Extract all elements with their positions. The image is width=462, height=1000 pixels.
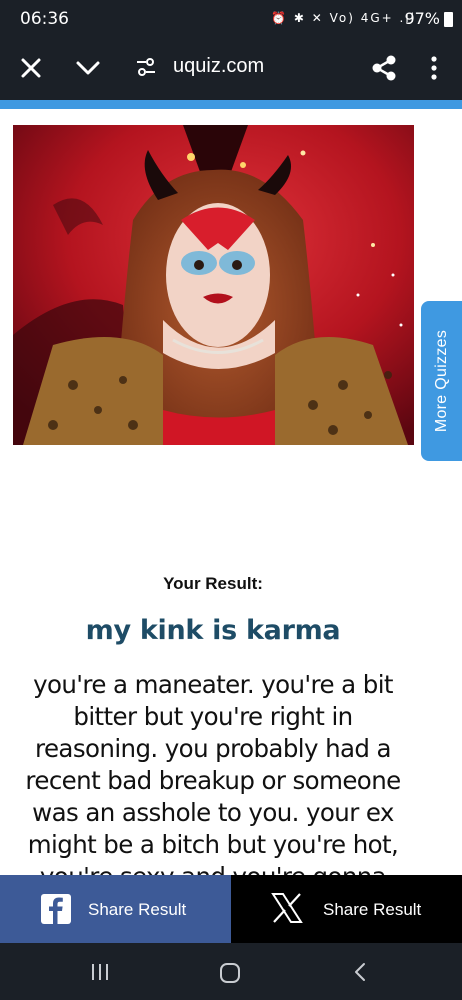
back-icon	[355, 963, 365, 981]
status-indicator-icons: ⏰ ✱ ✕ Vo) 4G+ .ıl	[271, 11, 416, 25]
site-settings-button[interactable]	[135, 56, 157, 78]
browser-toolbar: uquiz.com	[0, 40, 462, 100]
your-result-label: Your Result:	[163, 574, 263, 593]
share-page-button[interactable]	[371, 54, 397, 82]
x-share-label: Share Result	[323, 900, 422, 919]
recent-apps-button[interactable]	[89, 962, 111, 982]
close-button[interactable]	[17, 54, 45, 82]
status-time: 06:36	[20, 9, 69, 29]
facebook-icon	[41, 894, 71, 924]
close-icon	[21, 58, 41, 78]
collapse-button[interactable]	[74, 56, 102, 80]
system-nav-bar	[0, 943, 462, 1000]
status-bar: 06:36 ⏰ ✱ ✕ Vo) 4G+ .ıl 97%	[0, 0, 462, 40]
url-text[interactable]: uquiz.com	[173, 55, 264, 78]
share-icon	[372, 55, 396, 81]
recent-apps-icon	[92, 964, 108, 980]
page-load-bar	[0, 100, 462, 109]
more-quizzes-tab[interactable]: More Quizzes	[421, 301, 462, 461]
more-quizzes-label: More Quizzes	[432, 329, 450, 433]
tune-icon	[137, 58, 155, 76]
x-logo-icon	[271, 893, 303, 923]
home-icon	[220, 963, 240, 983]
result-title: my kink is karma	[85, 615, 341, 646]
quiz-result-page: Your Result: my kink is karma you're a m…	[0, 109, 462, 955]
battery-icon	[444, 12, 453, 27]
back-button[interactable]	[351, 961, 369, 983]
share-bar: Share Result Share Result	[0, 875, 462, 943]
home-button[interactable]	[219, 962, 241, 984]
more-vert-icon	[431, 56, 437, 80]
menu-button[interactable]	[424, 54, 444, 82]
chevron-down-icon	[76, 61, 100, 75]
facebook-share-label: Share Result	[88, 900, 187, 919]
result-image	[13, 125, 414, 445]
x-share-button[interactable]: Share Result	[231, 875, 462, 943]
battery-percentage: 97%	[404, 9, 440, 28]
facebook-share-button[interactable]: Share Result	[0, 875, 231, 943]
